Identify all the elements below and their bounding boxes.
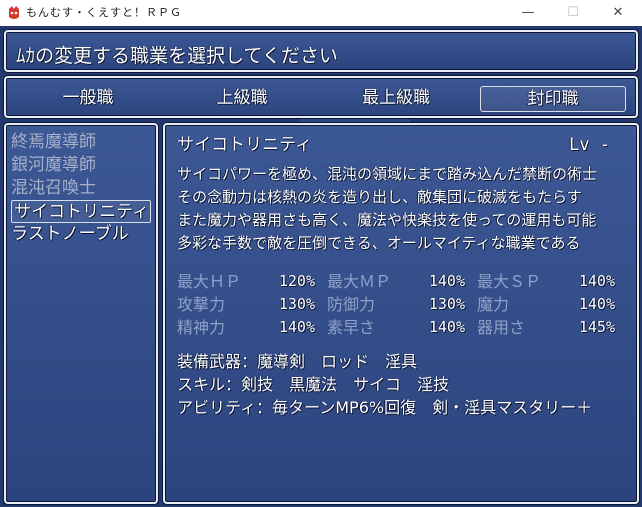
stat-value-attack: 130% bbox=[278, 295, 315, 313]
job-name: サイコトリニティ bbox=[177, 135, 312, 155]
job-list-label: 混沌召喚士 bbox=[11, 178, 96, 198]
stat-value-max-sp: 140% bbox=[578, 272, 615, 290]
stat-value-willpower: 140% bbox=[278, 318, 315, 336]
tab-sealed-jobs[interactable]: 封印職 bbox=[480, 86, 626, 112]
job-list-panel: 終焉魔導師 銀河魔導師 混沌召喚士 サイコトリニティ ラストノーブル bbox=[4, 123, 158, 504]
maximize-button[interactable]: ☐ bbox=[551, 0, 595, 26]
job-list-label: サイコトリニティ bbox=[14, 202, 149, 222]
job-list-item[interactable]: 終焉魔導師 bbox=[11, 131, 151, 154]
stat-label-agility: 素早さ bbox=[327, 318, 376, 337]
stat-value-magic: 140% bbox=[578, 295, 615, 313]
skills-line: スキル：剣技 黒魔法 サイコ 淫技 bbox=[177, 375, 450, 394]
job-list-label: 銀河魔導師 bbox=[11, 155, 96, 175]
job-list-item[interactable]: ラストノーブル bbox=[11, 223, 151, 246]
stat-value-dexterity: 145% bbox=[578, 318, 615, 336]
window-title: もんむす・くえすと！ＲＰＧ bbox=[26, 6, 182, 19]
tab-advanced-jobs[interactable]: 上級職 bbox=[170, 86, 314, 110]
prompt-panel: ﾑｶの変更する職業を選択してください bbox=[4, 30, 638, 72]
stat-label-max-sp: 最大ＳＰ bbox=[477, 272, 542, 291]
job-level: Lv - bbox=[569, 135, 610, 155]
job-category-tabs: 一般職 上級職 最上級職 封印職 bbox=[4, 76, 638, 118]
job-list-item[interactable]: 混沌召喚士 bbox=[11, 177, 151, 200]
abilities-line: アビリティ：毎ターンMP6%回復 剣・淫具マスタリー＋ bbox=[177, 398, 593, 417]
stat-value-max-hp: 120% bbox=[278, 272, 315, 290]
tab-master-jobs[interactable]: 最上級職 bbox=[324, 86, 468, 110]
stat-value-defense: 130% bbox=[428, 295, 465, 313]
job-description-line: サイコパワーを極め、混沌の領域にまで踏み込んだ禁断の術士 bbox=[177, 165, 598, 183]
tab-basic-jobs[interactable]: 一般職 bbox=[16, 86, 160, 110]
job-list-item[interactable]: 銀河魔導師 bbox=[11, 154, 151, 177]
stat-value-agility: 140% bbox=[428, 318, 465, 336]
stat-label-dexterity: 器用さ bbox=[477, 318, 526, 337]
job-list-label: 終焉魔導師 bbox=[11, 132, 96, 152]
game-screen: ﾑｶの変更する職業を選択してください 一般職 上級職 最上級職 封印職 終焉魔導… bbox=[0, 26, 642, 507]
window-titlebar: もんむす・くえすと！ＲＰＧ — ☐ ✕ bbox=[0, 0, 642, 26]
app-icon bbox=[9, 6, 19, 19]
job-description-line: 多彩な手数で敵を圧倒できる、オールマイティな職業である bbox=[177, 234, 581, 252]
job-list-item-selected[interactable]: サイコトリニティ bbox=[11, 200, 151, 223]
stat-label-max-hp: 最大ＨＰ bbox=[177, 272, 242, 291]
close-button[interactable]: ✕ bbox=[596, 0, 640, 26]
stat-label-attack: 攻撃力 bbox=[177, 295, 226, 314]
equipment-line: 装備武器：魔導剣 ロッド 淫具 bbox=[177, 352, 418, 371]
job-description-line: また魔力や器用さも高く、魔法や快楽技を使っての運用も可能 bbox=[177, 211, 597, 229]
minimize-button[interactable]: — bbox=[506, 0, 550, 26]
stat-value-max-mp: 140% bbox=[428, 272, 465, 290]
job-description-line: その念動力は核熱の炎を造り出し、敵集団に破滅をもたらす bbox=[177, 188, 582, 206]
stat-label-willpower: 精神力 bbox=[177, 318, 226, 337]
job-list-label: ラストノーブル bbox=[11, 224, 129, 244]
stat-label-defense: 防御力 bbox=[327, 295, 376, 314]
stat-label-magic: 魔力 bbox=[477, 295, 510, 314]
job-detail-panel: サイコトリニティ Lv - サイコパワーを極め、混沌の領域にまで踏み込んだ禁断の… bbox=[163, 123, 639, 504]
stat-label-max-mp: 最大ＭＰ bbox=[327, 272, 392, 291]
prompt-text: ﾑｶの変更する職業を選択してください bbox=[16, 45, 338, 67]
